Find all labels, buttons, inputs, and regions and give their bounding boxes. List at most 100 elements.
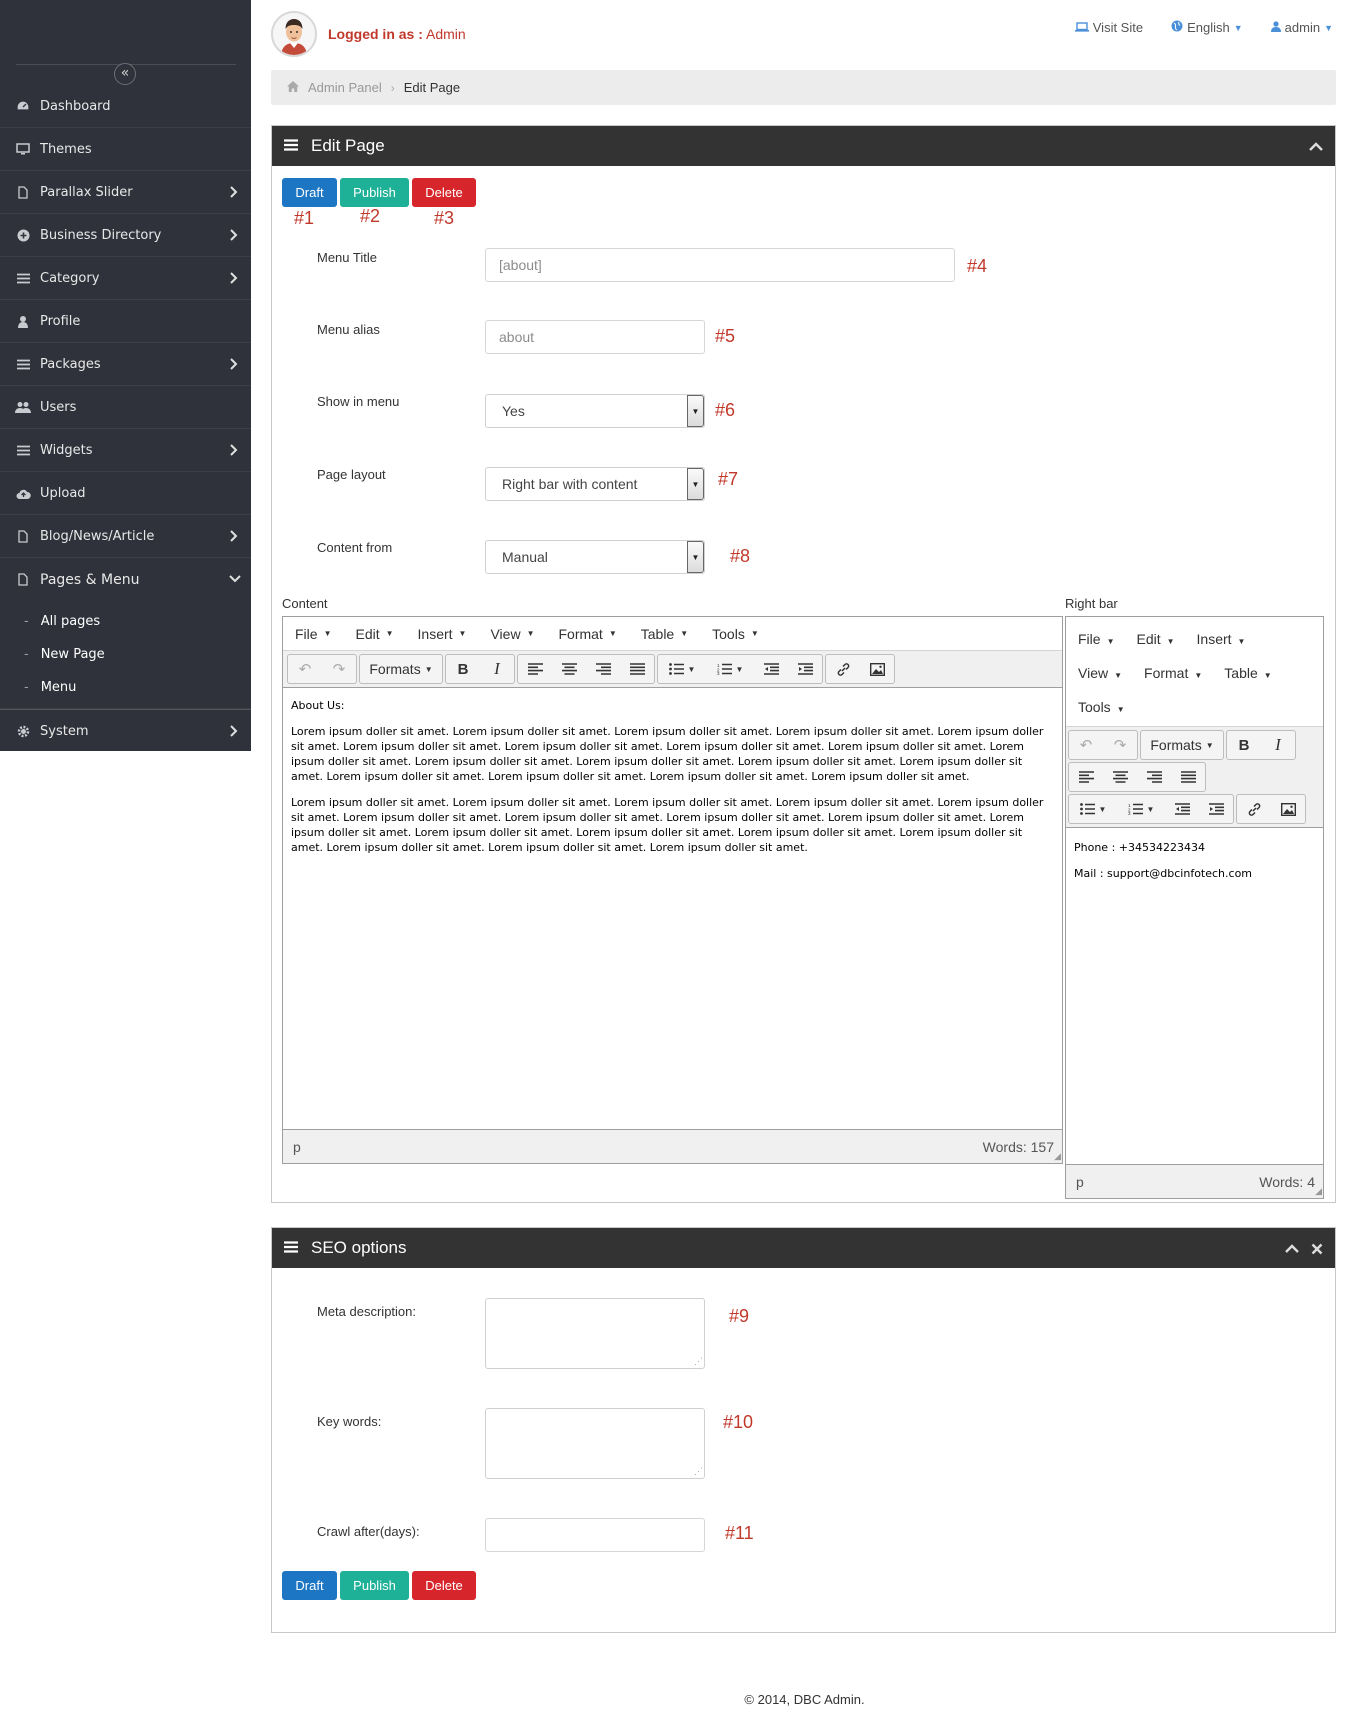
formats-dropdown[interactable]: Formats ▼: [1141, 731, 1223, 759]
sidebar-item-system[interactable]: System: [0, 709, 251, 752]
delete-button[interactable]: Delete: [412, 1571, 476, 1600]
sidebar-item-label: Packages: [40, 356, 101, 372]
redo-icon[interactable]: ↷: [1103, 731, 1137, 759]
resize-grip-icon[interactable]: ◢: [1315, 1186, 1322, 1197]
sidebar-item-parallax-slider[interactable]: Parallax Slider: [0, 171, 251, 214]
menu-title-input[interactable]: [about]: [485, 248, 955, 282]
seo-options-panel: SEO options Meta description: ⋰ #9 Key w…: [271, 1227, 1336, 1633]
sidebar-item-themes[interactable]: Themes: [0, 128, 251, 171]
account-dropdown[interactable]: admin ▼: [1270, 20, 1333, 35]
sidebar-subitem-menu[interactable]: - Menu: [0, 671, 251, 704]
element-path[interactable]: p: [1076, 1174, 1084, 1190]
menu-edit[interactable]: Edit ▼: [1136, 631, 1174, 647]
align-left-icon[interactable]: [518, 655, 552, 683]
page-layout-select[interactable]: Right bar with content ▼: [485, 467, 705, 501]
sidebar-item-upload[interactable]: Upload: [0, 472, 251, 515]
sidebar-item-pages-menu[interactable]: Pages & Menu: [0, 558, 251, 601]
element-path[interactable]: p: [293, 1139, 301, 1155]
sidebar-item-business-directory[interactable]: Business Directory: [0, 214, 251, 257]
content-from-select[interactable]: Manual ▼: [485, 540, 705, 574]
close-icon[interactable]: [1311, 1240, 1323, 1260]
outdent-icon[interactable]: [754, 655, 788, 683]
menu-format[interactable]: Format ▼: [558, 626, 616, 642]
menu-edit[interactable]: Edit ▼: [355, 626, 393, 642]
menu-insert[interactable]: Insert ▼: [1197, 631, 1246, 647]
show-in-menu-select[interactable]: Yes ▼: [485, 394, 705, 428]
align-justify-icon[interactable]: [1171, 763, 1205, 791]
align-justify-icon[interactable]: [620, 655, 654, 683]
link-icon[interactable]: [826, 655, 860, 683]
menu-file[interactable]: File ▼: [295, 626, 331, 642]
sidebar-item-profile[interactable]: Profile: [0, 300, 251, 343]
sidebar-item-blog[interactable]: Blog/News/Article: [0, 515, 251, 558]
redo-icon[interactable]: ↷: [322, 655, 356, 683]
draft-button[interactable]: Draft: [282, 178, 337, 207]
sidebar-subitem-all-pages[interactable]: - All pages: [0, 605, 251, 638]
italic-icon[interactable]: I: [480, 655, 514, 683]
undo-icon[interactable]: ↶: [1069, 731, 1103, 759]
undo-icon[interactable]: ↶: [288, 655, 322, 683]
sidebar-item-users[interactable]: Users: [0, 386, 251, 429]
double-chevron-left-icon[interactable]: «: [114, 63, 136, 85]
formats-dropdown[interactable]: Formats ▼: [360, 655, 442, 683]
align-center-icon[interactable]: [552, 655, 586, 683]
align-right-icon[interactable]: [1137, 763, 1171, 791]
menu-view[interactable]: View ▼: [1078, 665, 1122, 681]
sidebar-item-packages[interactable]: Packages: [0, 343, 251, 386]
annotation-5: #5: [715, 326, 736, 346]
publish-button[interactable]: Publish: [340, 1571, 409, 1600]
bold-icon[interactable]: B: [1227, 731, 1261, 759]
menu-tools[interactable]: Tools ▼: [712, 626, 759, 642]
align-right-icon[interactable]: [586, 655, 620, 683]
bold-icon[interactable]: B: [446, 655, 480, 683]
delete-button[interactable]: Delete: [412, 178, 476, 207]
bullet-list-icon[interactable]: ▼: [1069, 795, 1117, 823]
caret-down-icon: ▼: [1114, 671, 1123, 680]
keywords-textarea[interactable]: ⋰: [485, 1408, 705, 1479]
indent-icon[interactable]: [788, 655, 822, 683]
draft-button[interactable]: Draft: [282, 1571, 337, 1600]
menu-table[interactable]: Table ▼: [641, 626, 688, 642]
sidebar-item-dashboard[interactable]: Dashboard: [0, 85, 251, 128]
menu-tools[interactable]: Tools ▼: [1078, 699, 1125, 715]
annotation-9: #9: [729, 1306, 750, 1326]
chevron-up-icon[interactable]: [1309, 138, 1323, 158]
chevron-down-icon: [229, 572, 241, 586]
visit-site-link[interactable]: Visit Site: [1074, 20, 1143, 35]
menu-alias-input[interactable]: about: [485, 320, 705, 354]
rightbar-editor-body[interactable]: Phone : +34534223434 Mail : support@dbci…: [1066, 828, 1323, 902]
breadcrumb-separator-icon: ›: [390, 80, 395, 95]
content-editor-label: Content: [282, 596, 328, 611]
sidebar-item-widgets[interactable]: Widgets: [0, 429, 251, 472]
language-dropdown[interactable]: English ▼: [1171, 20, 1243, 35]
numbered-list-icon[interactable]: 1 2 3 ▼: [1117, 795, 1165, 823]
numbered-list-icon[interactable]: 1 2 3 ▼: [706, 655, 754, 683]
bullet-list-icon[interactable]: ▼: [658, 655, 706, 683]
menu-format[interactable]: Format ▼: [1144, 665, 1202, 681]
meta-description-textarea[interactable]: ⋰: [485, 1298, 705, 1369]
crawl-after-input[interactable]: [485, 1518, 705, 1552]
file-icon: [14, 573, 32, 587]
italic-icon[interactable]: I: [1261, 731, 1295, 759]
breadcrumb-root[interactable]: Admin Panel: [308, 80, 382, 95]
menu-table[interactable]: Table ▼: [1224, 665, 1271, 681]
annotation-8: #8: [730, 546, 751, 566]
indent-icon[interactable]: [1199, 795, 1233, 823]
align-left-icon[interactable]: [1069, 763, 1103, 791]
sidebar-nav: Dashboard Themes Parallax Slider Busines…: [0, 85, 251, 752]
outdent-icon[interactable]: [1165, 795, 1199, 823]
align-center-icon[interactable]: [1103, 763, 1137, 791]
content-editor-body[interactable]: About Us: Lorem ipsum doller sit amet. L…: [283, 688, 1062, 876]
image-icon[interactable]: [860, 655, 894, 683]
menu-file[interactable]: File ▼: [1078, 631, 1114, 647]
sidebar-item-category[interactable]: Category: [0, 257, 251, 300]
menu-insert[interactable]: Insert ▼: [418, 626, 467, 642]
menu-view[interactable]: View ▼: [490, 626, 534, 642]
sidebar-subitem-new-page[interactable]: - New Page: [0, 638, 251, 671]
menu-label: Tools: [712, 625, 745, 642]
image-icon[interactable]: [1271, 795, 1305, 823]
link-icon[interactable]: [1237, 795, 1271, 823]
resize-grip-icon[interactable]: ◢: [1054, 1151, 1061, 1162]
chevron-up-icon[interactable]: [1285, 1240, 1299, 1260]
publish-button[interactable]: Publish: [340, 178, 409, 207]
